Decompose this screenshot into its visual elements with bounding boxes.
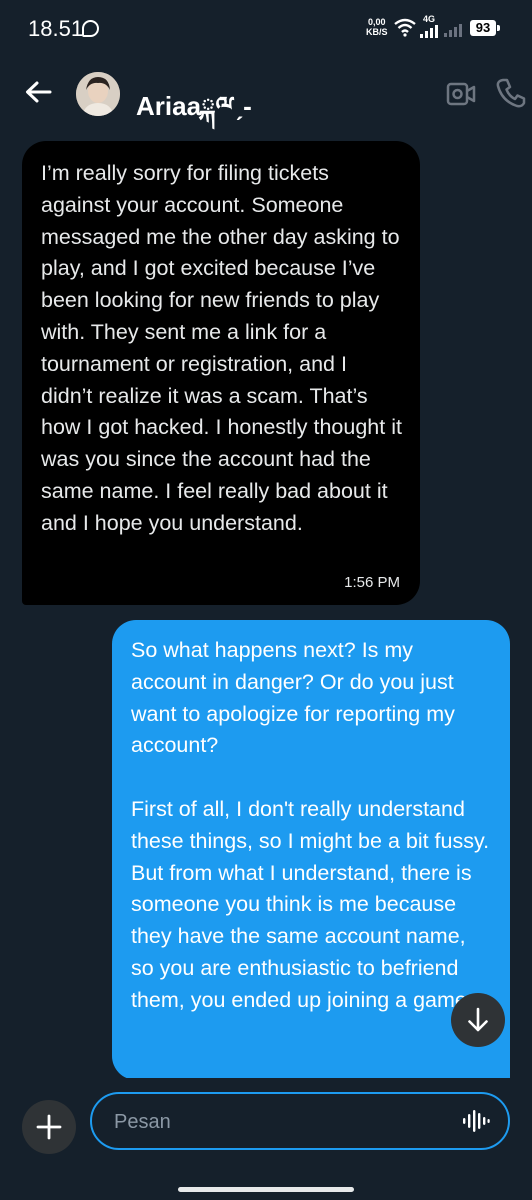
home-indicator [178, 1187, 354, 1192]
network-speed: 0,00 KB/S [366, 17, 388, 37]
message-composer [0, 1078, 532, 1170]
incoming-message-text: I’m really sorry for filing tickets agai… [41, 161, 402, 535]
add-media-button[interactable] [22, 1100, 76, 1154]
network-speed-unit: KB/S [366, 27, 388, 37]
outgoing-message-bubble[interactable]: So what happens next? Is my account in d… [112, 620, 510, 1080]
arrow-down-icon [468, 1007, 488, 1032]
dm-conversation-screen: 18.51 0,00 KB/S 4G 93 Ariaaྐྋˏ- I’m real… [0, 0, 532, 1200]
status-bar: 18.51 0,00 KB/S 4G 93 [0, 0, 532, 58]
back-arrow-icon [26, 81, 52, 103]
plus-icon [36, 1114, 62, 1140]
outgoing-message-paragraph: So what happens next? Is my account in d… [131, 638, 455, 758]
video-call-icon [446, 82, 476, 106]
voice-message-icon[interactable] [462, 1109, 490, 1133]
chat-notification-icon [82, 20, 99, 37]
battery-indicator: 93 [470, 20, 500, 36]
cellular-signal-icon: 4G [420, 15, 440, 43]
network-speed-value: 0,00 [367, 17, 386, 27]
avatar-image [76, 72, 120, 116]
status-time: 18.51 [28, 16, 84, 41]
message-timestamp: 1:56 PM [344, 574, 400, 591]
message-input-field[interactable] [90, 1092, 510, 1150]
wifi-icon [394, 18, 416, 37]
contact-avatar[interactable] [76, 72, 120, 116]
scroll-to-bottom-button[interactable] [451, 993, 505, 1047]
conversation-header: Ariaaྐྋˏ- [0, 58, 532, 130]
back-button[interactable] [18, 72, 58, 112]
video-call-button[interactable] [445, 78, 477, 110]
secondary-signal-icon [444, 24, 462, 37]
phone-icon [496, 78, 526, 108]
network-type: 4G [423, 14, 436, 24]
outgoing-message-paragraph: First of all, I don't really understand … [131, 796, 490, 1012]
message-input[interactable] [112, 1094, 456, 1150]
incoming-message-bubble[interactable]: I’m really sorry for filing tickets agai… [22, 141, 420, 605]
phone-call-button[interactable] [495, 76, 527, 110]
